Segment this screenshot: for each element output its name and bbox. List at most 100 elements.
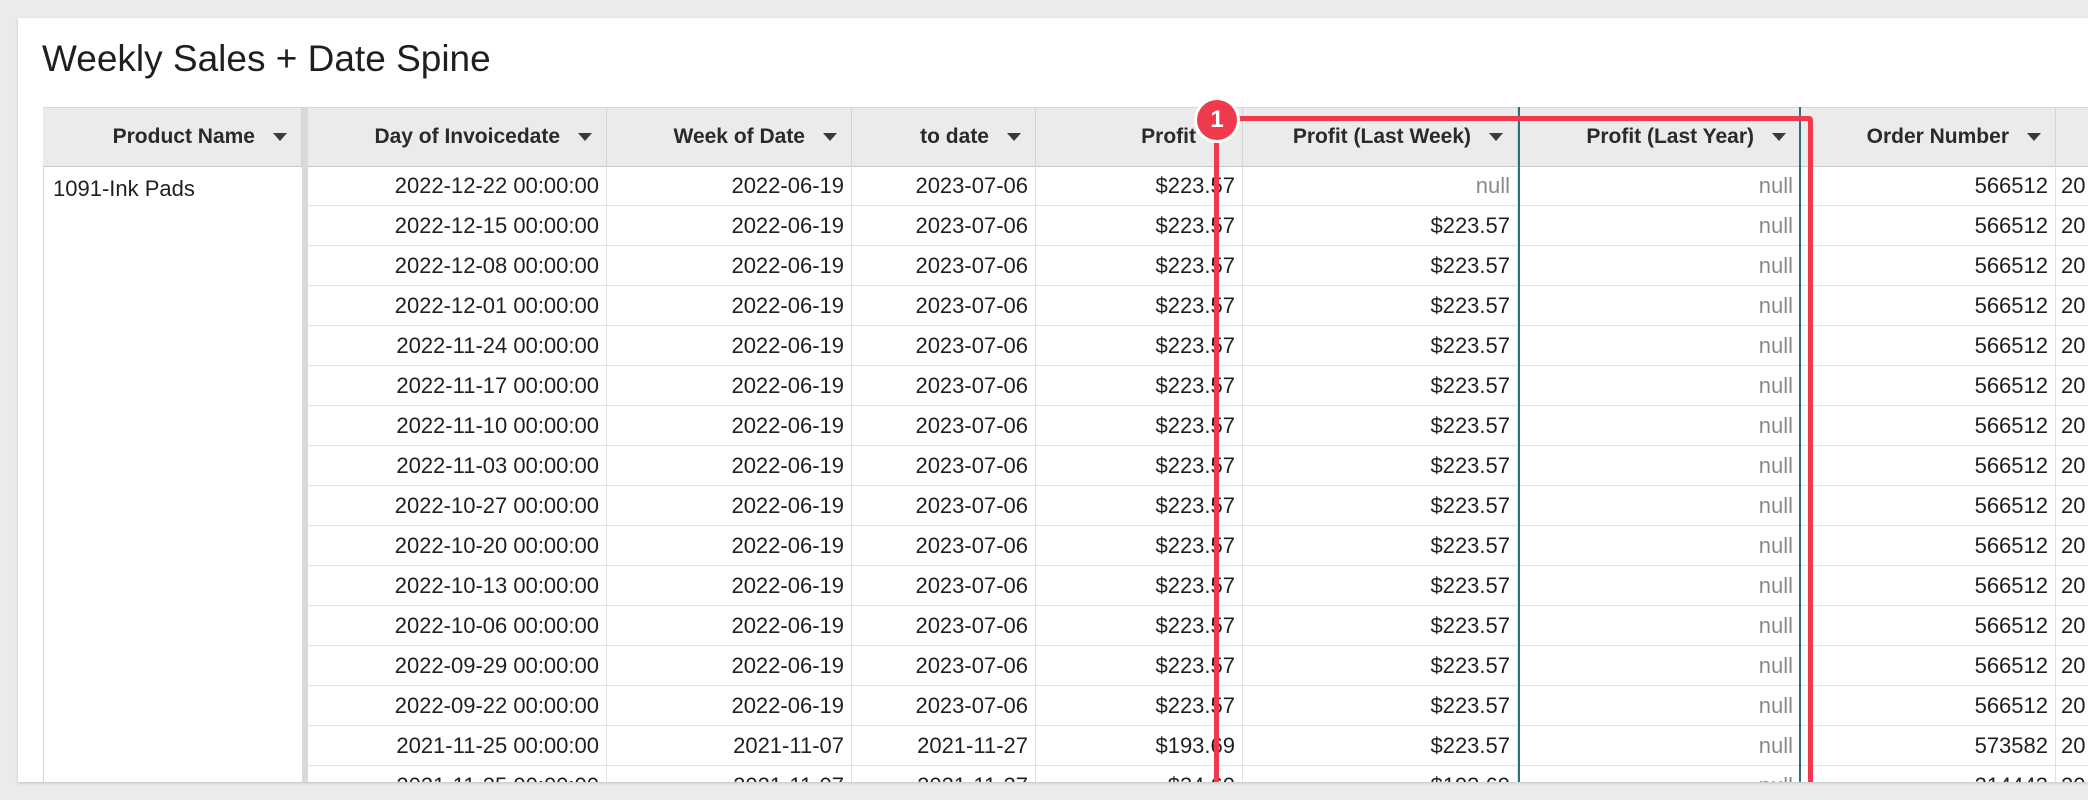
cell-profit-last-year[interactable]: null <box>1518 686 1801 726</box>
cell-profit[interactable]: $223.57 <box>1036 206 1243 246</box>
cell-to-date[interactable]: 2023-07-06 <box>852 646 1036 686</box>
cell-day-of-invoicedate[interactable]: 2022-11-03 00:00:00 <box>308 446 607 486</box>
cell-week-of-date[interactable]: 2022-06-19 <box>607 566 852 606</box>
cell-order-number[interactable]: 566512 <box>1801 286 2056 326</box>
table-row[interactable]: 2022-09-22 00:00:00 2022-06-19 2023-07-06 $… <box>308 686 2088 726</box>
cell-day-of-invoicedate[interactable]: 2022-11-24 00:00:00 <box>308 326 607 366</box>
cell-next[interactable]: 20 <box>2056 326 2088 366</box>
table-row[interactable]: 2022-11-17 00:00:00 2022-06-19 2023-07-06 $… <box>308 366 2088 406</box>
cell-order-number[interactable]: 566512 <box>1801 566 2056 606</box>
cell-to-date[interactable]: 2023-07-06 <box>852 406 1036 446</box>
cell-week-of-date[interactable]: 2021-11-07 <box>607 726 852 766</box>
cell-profit-last-year[interactable]: null <box>1518 726 1801 766</box>
column-header-week-of-date[interactable]: Week of Date <box>607 108 852 166</box>
cell-to-date[interactable]: 2023-07-06 <box>852 206 1036 246</box>
table-row[interactable]: 2022-12-08 00:00:00 2022-06-19 2023-07-06 $… <box>308 246 2088 286</box>
chevron-down-icon[interactable] <box>273 133 287 141</box>
cell-order-number[interactable]: 566512 <box>1801 366 2056 406</box>
cell-to-date[interactable]: 2023-07-06 <box>852 366 1036 406</box>
column-header-next[interactable] <box>2056 108 2088 166</box>
cell-next[interactable]: 20 <box>2056 246 2088 286</box>
cell-profit-last-year[interactable]: null <box>1518 166 1801 206</box>
cell-to-date[interactable]: 2023-07-06 <box>852 446 1036 486</box>
cell-to-date[interactable]: 2023-07-06 <box>852 606 1036 646</box>
cell-to-date[interactable]: 2021-11-27 <box>852 726 1036 766</box>
cell-week-of-date[interactable]: 2022-06-19 <box>607 406 852 446</box>
cell-profit-last-week[interactable]: $223.57 <box>1243 646 1518 686</box>
cell-order-number[interactable]: 566512 <box>1801 526 2056 566</box>
cell-day-of-invoicedate[interactable]: 2022-11-10 00:00:00 <box>308 406 607 446</box>
table-row[interactable]: 2022-12-01 00:00:00 2022-06-19 2023-07-06 $… <box>308 286 2088 326</box>
cell-profit-last-week[interactable]: $223.57 <box>1243 406 1518 446</box>
chevron-down-icon[interactable] <box>2027 133 2041 141</box>
cell-order-number[interactable]: 566512 <box>1801 486 2056 526</box>
cell-profit-last-year[interactable]: null <box>1518 566 1801 606</box>
cell-profit-last-year[interactable]: null <box>1518 606 1801 646</box>
cell-next[interactable]: 20 <box>2056 526 2088 566</box>
cell-to-date[interactable]: 2023-07-06 <box>852 486 1036 526</box>
cell-week-of-date[interactable]: 2022-06-19 <box>607 286 852 326</box>
cell-week-of-date[interactable]: 2022-06-19 <box>607 446 852 486</box>
cell-next[interactable]: 20 <box>2056 166 2088 206</box>
cell-profit-last-year[interactable]: null <box>1518 446 1801 486</box>
cell-profit[interactable]: $223.57 <box>1036 446 1243 486</box>
product-name-cell[interactable]: 1091-Ink Pads <box>53 176 195 202</box>
cell-week-of-date[interactable]: 2022-06-19 <box>607 366 852 406</box>
cell-next[interactable]: 20 <box>2056 686 2088 726</box>
chevron-down-icon[interactable] <box>1772 133 1786 141</box>
cell-profit-last-week[interactable]: $193.69 <box>1243 766 1518 782</box>
table-row[interactable]: 2022-10-13 00:00:00 2022-06-19 2023-07-06 $… <box>308 566 2088 606</box>
cell-day-of-invoicedate[interactable]: 2021-11-25 00:00:00 <box>308 766 607 782</box>
cell-day-of-invoicedate[interactable]: 2022-12-08 00:00:00 <box>308 246 607 286</box>
chevron-down-icon[interactable] <box>1007 133 1021 141</box>
cell-order-number[interactable]: 566512 <box>1801 646 2056 686</box>
cell-day-of-invoicedate[interactable]: 2022-10-06 00:00:00 <box>308 606 607 646</box>
cell-profit[interactable]: $223.57 <box>1036 606 1243 646</box>
cell-profit-last-week[interactable]: null <box>1243 166 1518 206</box>
cell-profit-last-week[interactable]: $223.57 <box>1243 686 1518 726</box>
cell-profit-last-year[interactable]: null <box>1518 406 1801 446</box>
cell-order-number[interactable]: 566512 <box>1801 326 2056 366</box>
cell-day-of-invoicedate[interactable]: 2022-09-22 00:00:00 <box>308 686 607 726</box>
cell-order-number[interactable]: 573582 <box>1801 726 2056 766</box>
cell-profit-last-week[interactable]: $223.57 <box>1243 526 1518 566</box>
cell-profit-last-week[interactable]: $223.57 <box>1243 286 1518 326</box>
cell-day-of-invoicedate[interactable]: 2022-09-29 00:00:00 <box>308 646 607 686</box>
cell-profit-last-year[interactable]: null <box>1518 246 1801 286</box>
cell-profit[interactable]: $223.57 <box>1036 566 1243 606</box>
cell-profit-last-year[interactable]: null <box>1518 766 1801 782</box>
cell-order-number[interactable]: 566512 <box>1801 446 2056 486</box>
cell-day-of-invoicedate[interactable]: 2022-12-01 00:00:00 <box>308 286 607 326</box>
cell-day-of-invoicedate[interactable]: 2021-11-25 00:00:00 <box>308 726 607 766</box>
column-header-order-number[interactable]: Order Number <box>1801 108 2056 166</box>
cell-day-of-invoicedate[interactable]: 2022-11-17 00:00:00 <box>308 366 607 406</box>
cell-day-of-invoicedate[interactable]: 2022-12-22 00:00:00 <box>308 166 607 206</box>
cell-next[interactable]: 20 <box>2056 606 2088 646</box>
column-header-day-of-invoicedate[interactable]: Day of Invoicedate <box>308 108 607 166</box>
cell-profit-last-year[interactable]: null <box>1518 286 1801 326</box>
cell-profit[interactable]: $223.57 <box>1036 686 1243 726</box>
cell-to-date[interactable]: 2023-07-06 <box>852 246 1036 286</box>
cell-week-of-date[interactable]: 2022-06-19 <box>607 686 852 726</box>
cell-week-of-date[interactable]: 2021-11-07 <box>607 766 852 782</box>
cell-profit-last-week[interactable]: $223.57 <box>1243 366 1518 406</box>
cell-order-number[interactable]: 566512 <box>1801 166 2056 206</box>
cell-day-of-invoicedate[interactable]: 2022-10-20 00:00:00 <box>308 526 607 566</box>
table-row[interactable]: 2022-11-10 00:00:00 2022-06-19 2023-07-06 $… <box>308 406 2088 446</box>
column-header-profit-last-year[interactable]: Profit (Last Year) <box>1518 108 1801 166</box>
cell-profit-last-year[interactable]: null <box>1518 206 1801 246</box>
cell-next[interactable]: 20 <box>2056 446 2088 486</box>
cell-to-date[interactable]: 2023-07-06 <box>852 526 1036 566</box>
cell-profit-last-week[interactable]: $223.57 <box>1243 486 1518 526</box>
cell-order-number[interactable]: 566512 <box>1801 246 2056 286</box>
cell-to-date[interactable]: 2023-07-06 <box>852 166 1036 206</box>
cell-profit[interactable]: $223.57 <box>1036 166 1243 206</box>
cell-to-date[interactable]: 2023-07-06 <box>852 566 1036 606</box>
cell-week-of-date[interactable]: 2022-06-19 <box>607 646 852 686</box>
cell-week-of-date[interactable]: 2022-06-19 <box>607 486 852 526</box>
table-row[interactable]: 2022-10-20 00:00:00 2022-06-19 2023-07-06 $… <box>308 526 2088 566</box>
cell-profit[interactable]: $223.57 <box>1036 486 1243 526</box>
cell-next[interactable]: 20 <box>2056 366 2088 406</box>
chevron-down-icon[interactable] <box>578 133 592 141</box>
table-row[interactable]: 2022-09-29 00:00:00 2022-06-19 2023-07-06 $… <box>308 646 2088 686</box>
